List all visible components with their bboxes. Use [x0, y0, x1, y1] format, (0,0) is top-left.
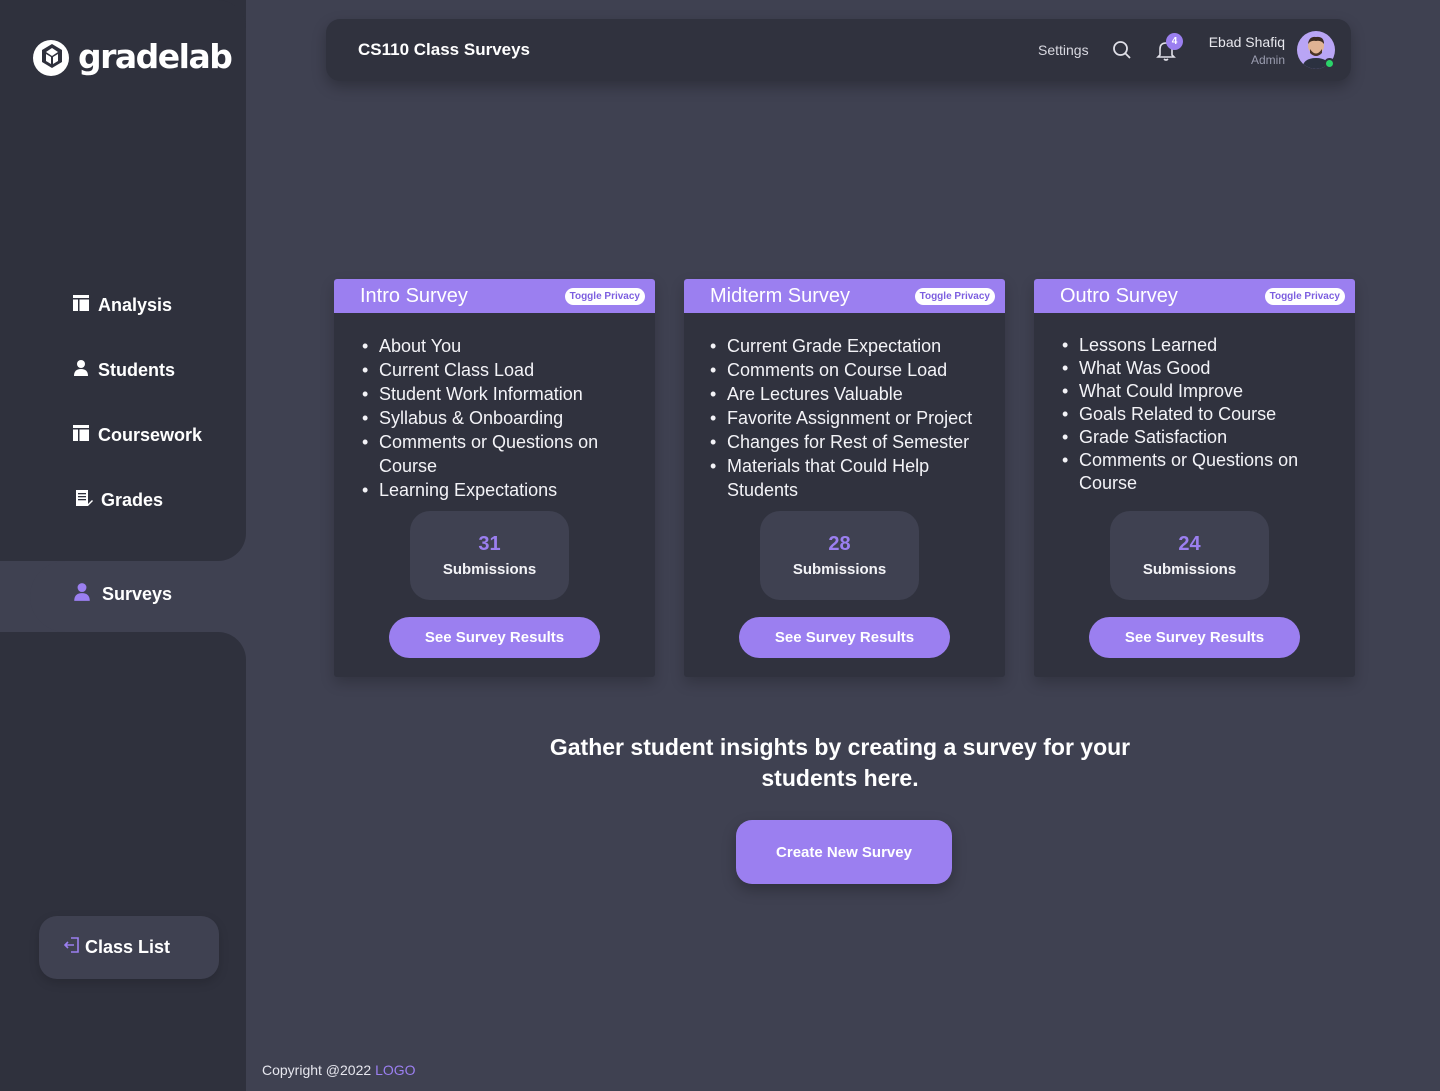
- list-item: Are Lectures Valuable: [710, 382, 1002, 406]
- toggle-privacy-button[interactable]: Toggle Privacy: [1264, 287, 1345, 305]
- submissions-box: 31 Submissions: [410, 511, 569, 600]
- table-icon: [72, 424, 90, 447]
- list-item: Grade Satisfaction: [1062, 426, 1349, 449]
- submission-count: 24: [1178, 533, 1201, 555]
- sidebar-item-analysis[interactable]: Analysis: [72, 294, 172, 317]
- sidebar-item-label: Coursework: [98, 425, 203, 445]
- list-item: What Could Improve: [1062, 380, 1349, 403]
- sidebar-item-grades[interactable]: Grades: [75, 489, 163, 512]
- list-item: Comments on Course Load: [710, 358, 1002, 382]
- survey-card-intro: Intro Survey Toggle Privacy About You Cu…: [334, 279, 655, 677]
- sidebar-item-label: Grades: [101, 490, 164, 510]
- list-item: Materials that Could Help Students: [710, 454, 1002, 502]
- sidebar-item-label: Analysis: [98, 295, 173, 315]
- card-title: Midterm Survey: [710, 284, 851, 307]
- footer: Copyright @2022 LOGO: [262, 1062, 416, 1078]
- search-icon[interactable]: [1112, 40, 1132, 60]
- survey-card-midterm: Midterm Survey Toggle Privacy Current Gr…: [684, 279, 1005, 677]
- card-title: Intro Survey: [360, 284, 468, 307]
- list-item: Lessons Learned: [1062, 334, 1349, 357]
- online-status-dot: [1324, 58, 1335, 69]
- submission-count: 31: [478, 533, 501, 555]
- sidebar: [0, 0, 246, 561]
- submissions-box: 28 Submissions: [760, 511, 919, 600]
- list-item: Current Class Load: [362, 358, 649, 382]
- user-role: Admin: [1250, 53, 1285, 67]
- submissions-label: Submissions: [1142, 561, 1237, 578]
- copyright-text: Copyright @2022: [262, 1062, 372, 1078]
- exit-icon: [63, 936, 81, 959]
- logo-mark-icon: [32, 32, 72, 80]
- sidebar-item-students[interactable]: Students: [72, 359, 175, 382]
- survey-card-outro: Outro Survey Toggle Privacy Lessons Lear…: [1034, 279, 1355, 677]
- sidebar-item-label: Surveys: [102, 584, 173, 604]
- sidebar-item-label: Students: [98, 360, 176, 380]
- toggle-privacy-button[interactable]: Toggle Privacy: [564, 287, 645, 305]
- card-header: Outro Survey Toggle Privacy: [1034, 279, 1355, 313]
- list-item: Changes for Rest of Semester: [710, 430, 1002, 454]
- submissions-box: 24 Submissions: [1110, 511, 1269, 600]
- footer-logo-link[interactable]: LOGO: [375, 1062, 415, 1078]
- submission-count: 28: [828, 533, 851, 555]
- list-item: Syllabus & Onboarding: [362, 406, 649, 430]
- user-icon: [72, 359, 90, 382]
- list-item: Comments or Questions on Course: [362, 430, 649, 478]
- list-item: Learning Expectations: [362, 478, 649, 502]
- table-icon: [72, 294, 90, 317]
- card-header: Midterm Survey Toggle Privacy: [684, 279, 1005, 313]
- topic-list: Current Grade Expectation Comments on Co…: [710, 334, 1002, 502]
- submissions-label: Submissions: [442, 561, 537, 578]
- see-survey-results-button[interactable]: See Survey Results: [389, 617, 600, 658]
- list-item: What Was Good: [1062, 357, 1349, 380]
- sidebar-item-surveys[interactable]: Surveys: [72, 582, 172, 607]
- see-survey-results-button[interactable]: See Survey Results: [739, 617, 950, 658]
- list-item: Current Grade Expectation: [710, 334, 1002, 358]
- page-title: CS110 Class Surveys: [358, 40, 531, 59]
- card-title: Outro Survey: [1060, 284, 1178, 307]
- see-survey-results-button[interactable]: See Survey Results: [1089, 617, 1300, 658]
- create-survey-prompt: Gather student insights by creating a su…: [549, 734, 1131, 791]
- list-item: Student Work Information: [362, 382, 649, 406]
- settings-link[interactable]: Settings: [1038, 42, 1089, 58]
- logo-text: gradelab: [78, 36, 233, 76]
- top-header: CS110 Class Surveys Settings 4 Ebad Shaf…: [326, 19, 1351, 81]
- list-item: About You: [362, 334, 649, 358]
- topic-list: About You Current Class Load Student Wor…: [362, 334, 649, 502]
- notification-badge: 4: [1166, 33, 1183, 50]
- document-edit-icon: [75, 489, 93, 512]
- create-new-survey-button[interactable]: Create New Survey: [736, 820, 952, 884]
- sidebar-lower: [0, 632, 246, 1091]
- user-name: Ebad Shafiq: [1208, 34, 1285, 50]
- list-item: Favorite Assignment or Project: [710, 406, 1002, 430]
- list-item: Comments or Questions on Course: [1062, 449, 1349, 495]
- app-logo[interactable]: gradelab: [32, 32, 233, 80]
- user-icon: [72, 582, 92, 607]
- submissions-label: Submissions: [792, 561, 887, 578]
- card-header: Intro Survey Toggle Privacy: [334, 279, 655, 313]
- topic-list: Lessons Learned What Was Good What Could…: [1062, 334, 1349, 495]
- list-item: Goals Related to Course: [1062, 403, 1349, 426]
- toggle-privacy-button[interactable]: Toggle Privacy: [914, 287, 995, 305]
- class-list-button[interactable]: Class List: [39, 916, 219, 979]
- sidebar-item-coursework[interactable]: Coursework: [72, 424, 202, 447]
- class-list-label: Class List: [85, 937, 171, 957]
